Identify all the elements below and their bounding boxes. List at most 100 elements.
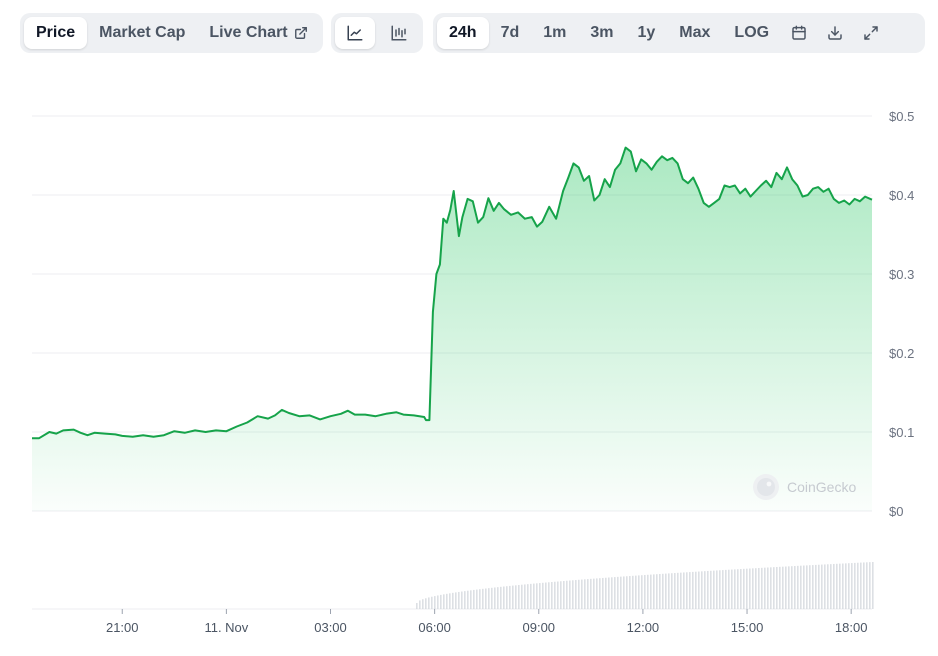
volume-bar xyxy=(761,567,763,609)
volume-bar xyxy=(866,562,868,609)
volume-bar xyxy=(455,592,457,609)
volume-bar xyxy=(659,573,661,609)
y-tick-label: $0.2 xyxy=(889,346,914,361)
volume-bar xyxy=(440,594,442,609)
volume-bar xyxy=(701,571,703,609)
volume-bar xyxy=(863,562,865,609)
volume-bar xyxy=(566,580,568,609)
volume-bar xyxy=(770,567,772,609)
price-chart[interactable]: $0 $0.1 $0.2 $0.3 $0.4 $0.5 21:00 11. Nov 03:00… xyxy=(0,0,938,651)
volume-bar xyxy=(854,562,856,609)
volume-bar xyxy=(698,571,700,609)
volume-bar xyxy=(668,573,670,609)
volume-bar xyxy=(473,589,475,609)
volume-bar xyxy=(695,571,697,609)
volume-bar xyxy=(623,576,625,609)
volume-bar xyxy=(608,577,610,609)
x-tick-label: 21:00 xyxy=(106,620,139,635)
volume-bar xyxy=(416,603,418,609)
volume-bar xyxy=(815,564,817,609)
volume-bar xyxy=(821,564,823,609)
volume-bar xyxy=(521,584,523,609)
volume-bar xyxy=(584,579,586,609)
volume-bar xyxy=(743,568,745,609)
volume-bar xyxy=(533,583,535,609)
volume-bar xyxy=(833,563,835,609)
volume-bar xyxy=(425,598,427,609)
volume-bar xyxy=(713,570,715,609)
volume-bar xyxy=(527,584,529,609)
y-tick-label: $0.1 xyxy=(889,425,914,440)
volume-bar xyxy=(488,588,490,609)
volume-bar xyxy=(791,566,793,609)
volume-bar xyxy=(869,562,871,609)
volume-bar xyxy=(461,591,463,609)
volume-bar xyxy=(599,578,601,609)
volume-bar xyxy=(680,572,682,609)
volume-bar xyxy=(692,571,694,609)
volume-bar xyxy=(491,587,493,609)
volume-bar xyxy=(569,580,571,609)
volume-bar xyxy=(542,582,544,609)
volume-bar xyxy=(797,565,799,609)
volume-bar xyxy=(809,565,811,609)
volume-bar xyxy=(830,564,832,609)
volume-bar xyxy=(716,570,718,609)
volume-bar xyxy=(641,575,643,609)
volume-bar xyxy=(434,596,436,609)
volume-bar xyxy=(437,595,439,609)
volume-bar xyxy=(578,579,580,609)
volume-bar xyxy=(419,600,421,609)
volume-bar xyxy=(626,576,628,609)
volume-bar xyxy=(587,579,589,609)
volume-bar xyxy=(752,568,754,609)
volume-bar xyxy=(689,572,691,609)
y-tick-label: $0.3 xyxy=(889,267,914,282)
volume-bar xyxy=(572,580,574,609)
volume-bar xyxy=(482,588,484,609)
volume-bar xyxy=(467,590,469,609)
x-tick-label: 12:00 xyxy=(627,620,660,635)
volume-bar xyxy=(740,569,742,609)
volume-bar xyxy=(857,562,859,609)
volume-bar xyxy=(827,564,829,609)
volume-bar xyxy=(806,565,808,609)
volume-bar xyxy=(560,581,562,609)
volume-bar xyxy=(635,575,637,609)
volume-bar xyxy=(725,569,727,609)
volume-bar xyxy=(494,587,496,609)
volume-bar xyxy=(656,574,658,609)
volume-bar xyxy=(620,576,622,609)
volume-bar xyxy=(563,581,565,609)
volume-bar xyxy=(500,586,502,609)
volume-bar xyxy=(650,574,652,609)
x-tick-label: 03:00 xyxy=(314,620,347,635)
volume-bar xyxy=(554,581,556,609)
volume-bar xyxy=(758,568,760,609)
x-tick-label: 06:00 xyxy=(418,620,451,635)
volume-bar xyxy=(575,580,577,609)
volume-bar xyxy=(686,572,688,609)
volume-bar xyxy=(785,566,787,609)
volume-bar xyxy=(431,596,433,609)
volume-bar xyxy=(446,593,448,609)
volume-bar xyxy=(590,578,592,609)
volume-bar xyxy=(851,563,853,609)
volume-bar xyxy=(836,563,838,609)
watermark-text: CoinGecko xyxy=(787,479,856,495)
volume-bar xyxy=(773,567,775,609)
volume-bar xyxy=(749,568,751,609)
volume-bar xyxy=(449,593,451,609)
volume-bar xyxy=(782,566,784,609)
volume-bar xyxy=(509,585,511,609)
x-tick-label: 15:00 xyxy=(731,620,764,635)
volume-bar xyxy=(479,589,481,609)
volume-bar xyxy=(632,575,634,609)
volume-bar xyxy=(665,573,667,609)
volume-bar xyxy=(644,574,646,609)
volume-bar xyxy=(596,578,598,609)
volume-bar xyxy=(731,569,733,609)
volume-bar xyxy=(443,594,445,609)
volume-bar xyxy=(515,585,517,609)
volume-bar xyxy=(524,584,526,609)
